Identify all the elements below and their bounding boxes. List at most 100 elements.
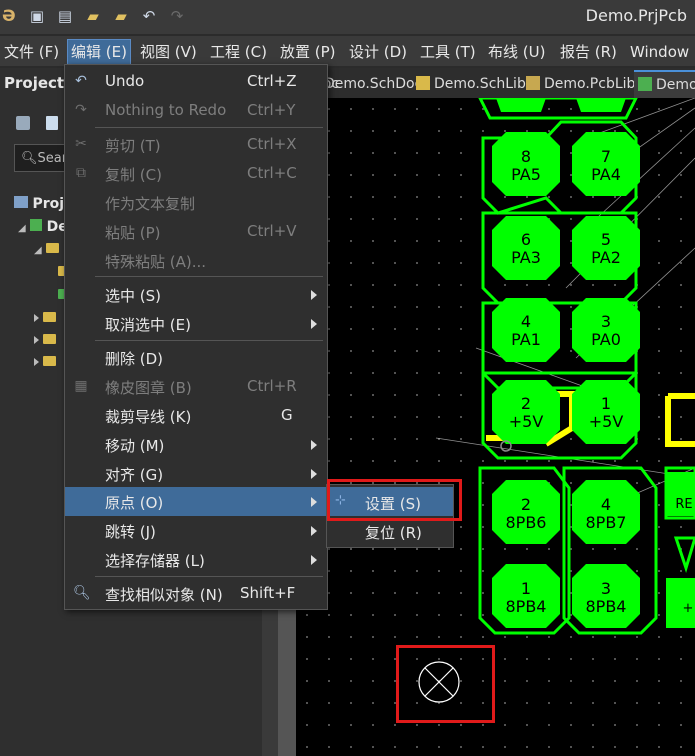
submenu-arrow-icon [311, 526, 317, 536]
pad-number: 5 [601, 230, 611, 249]
tree-demo-node[interactable]: ◢ De [18, 219, 68, 235]
pad-number: 2 [521, 495, 531, 514]
pad-name: +5V [509, 412, 544, 431]
pad-name: PA5 [511, 165, 541, 184]
tree-folder-node[interactable] [34, 332, 57, 348]
folder-icon [43, 312, 57, 322]
menu-reports[interactable]: 报告 (R) [560, 40, 617, 64]
folder-icon [43, 334, 57, 344]
pad-name: PA4 [591, 165, 621, 184]
submenu-arrow-icon [311, 497, 317, 507]
pad-name: PA3 [511, 248, 541, 267]
menu-item-paste: 粘贴 (P) Ctrl+V [105, 222, 297, 242]
menu-item-trim-wire[interactable]: 裁剪导线 (K) G [65, 401, 327, 430]
menu-window[interactable]: Window [630, 40, 689, 64]
tree-folder-node[interactable]: ◢ [34, 241, 60, 257]
tab-demo-schdoc[interactable]: Demo.SchDoc [324, 74, 422, 94]
open-folder-icon[interactable]: ▰ [84, 7, 102, 25]
menu-item-jump[interactable]: 跳转 (J) [65, 516, 327, 545]
set-origin-highlight-box [327, 479, 462, 521]
menu-item-copy: ⧉ 复制 (C) Ctrl+C [65, 159, 327, 188]
menu-item-rubber-stamp: ▦ 橡皮图章 (B) Ctrl+R [74, 377, 297, 397]
menu-item-paste-special: 特殊粘贴 (A)... [105, 253, 207, 271]
menu-item-deselect[interactable]: 取消选中 (E) [65, 309, 327, 338]
menu-item-delete[interactable]: 删除 (D) [65, 343, 327, 372]
menu-separator [95, 276, 323, 277]
submenu-arrow-icon [311, 469, 317, 479]
menu-bar: 文件 (F) 编辑 (E) 视图 (V) 工程 (C) 放置 (P) 设计 (D… [0, 36, 695, 66]
save-icon[interactable]: ▣ [28, 7, 46, 25]
canvas-ruler [278, 600, 296, 756]
menu-item-select[interactable]: 选中 (S) [65, 280, 327, 309]
pad-number: 2 [521, 394, 531, 413]
undo-icon[interactable]: ↶ [140, 7, 158, 25]
menu-item-move[interactable]: 移动 (M) [65, 430, 327, 459]
pcb-project-icon [30, 219, 43, 231]
undo-icon: ↶ [75, 73, 87, 89]
menu-view[interactable]: 视图 (V) [140, 40, 197, 64]
save-icon[interactable] [16, 116, 30, 130]
pad-number: 4 [601, 495, 611, 514]
menu-item-copy-as-text: 作为文本复制 [105, 195, 196, 213]
menu-design[interactable]: 设计 (D) [349, 40, 407, 64]
pcbdoc-icon [638, 77, 652, 91]
menu-separator [95, 340, 323, 341]
menu-route[interactable]: 布线 (U) [488, 40, 545, 64]
menu-item-find-similar[interactable]: 🔍︎ 查找相似对象 (N) Shift+F [65, 579, 327, 608]
menu-item-undo[interactable]: ↶ Undo Ctrl+Z [65, 67, 327, 96]
save-all-icon[interactable]: ▤ [56, 7, 74, 25]
pcb-drawing: 8 PA5 7 PA4 6 PA3 5 PA2 4 PA1 3 PA0 2 +5… [418, 98, 695, 703]
menu-item-selection-memory[interactable]: 选择存储器 (L) [65, 545, 327, 574]
submenu-arrow-icon [311, 319, 317, 329]
menu-tools[interactable]: 工具 (T) [420, 40, 476, 64]
pad-name: PA2 [591, 248, 621, 267]
collapsed-arrow-icon [34, 314, 39, 322]
pcb-canvas[interactable]: 8 PA5 7 PA4 6 PA3 5 PA2 4 PA1 3 PA0 2 +5… [296, 98, 695, 756]
pad-number: 7 [601, 147, 611, 166]
menu-file[interactable]: 文件 (F) [4, 40, 59, 64]
stamp-icon: ▦ [74, 378, 88, 394]
pad-name: 8PB4 [506, 597, 547, 616]
menu-project[interactable]: 工程 (C) [210, 40, 267, 64]
open-project-icon[interactable]: ▰ [112, 7, 130, 25]
pad-number: 3 [601, 579, 611, 598]
tree-folder-node[interactable] [34, 310, 57, 326]
tree-folder-node[interactable] [34, 354, 57, 370]
expand-icon: ◢ [18, 223, 26, 234]
pad-number: 3 [601, 312, 611, 331]
redo-icon: ↷ [75, 102, 87, 118]
folder-icon [46, 243, 60, 253]
tab-demo-pcblib[interactable]: Demo.PcbLib [526, 74, 635, 94]
menu-item-origin[interactable]: 原点 (O) [65, 487, 327, 516]
pad-number: 1 [601, 394, 611, 413]
pad-number: 8 [521, 147, 531, 166]
window-title: Demo.PrjPcb [585, 6, 687, 25]
pad-name: 8PB7 [586, 513, 627, 532]
panel-title: Projects [4, 74, 74, 92]
partial-label: RE [675, 497, 692, 512]
tab-demo-schlib[interactable]: Demo.SchLib [416, 74, 526, 94]
copy-icon: ⧉ [76, 165, 86, 181]
submenu-arrow-icon [311, 555, 317, 565]
menu-separator [95, 127, 323, 128]
folder-icon [43, 356, 57, 366]
menu-item-cut: ✂ 剪切 (T) Ctrl+X [65, 130, 327, 159]
pcblib-icon [526, 76, 540, 90]
menu-item-align[interactable]: 对齐 (G) [65, 459, 327, 488]
pad-name: 8PB6 [506, 513, 547, 532]
edit-context-menu: ↶ Undo Ctrl+Z ↷ Nothing to Redo Ctrl+Y ✂… [64, 64, 328, 610]
collapsed-arrow-icon [34, 358, 39, 366]
document-icon[interactable] [46, 116, 58, 130]
pad-name: 8PB4 [586, 597, 627, 616]
menu-edit[interactable]: 编辑 (E) [67, 39, 131, 65]
submenu-arrow-icon [311, 440, 317, 450]
app-logo: Ə [2, 6, 16, 25]
tab-demo-pcbdoc[interactable]: Demo. [634, 70, 695, 98]
find-similar-icon: 🔍︎ [73, 585, 91, 601]
cut-icon: ✂ [75, 136, 87, 152]
pad-name: PA0 [591, 330, 621, 349]
redo-icon: ↷ [170, 7, 184, 25]
pad-name: +5V [589, 412, 624, 431]
menu-place[interactable]: 放置 (P) [280, 40, 336, 64]
schlib-icon [416, 76, 430, 90]
